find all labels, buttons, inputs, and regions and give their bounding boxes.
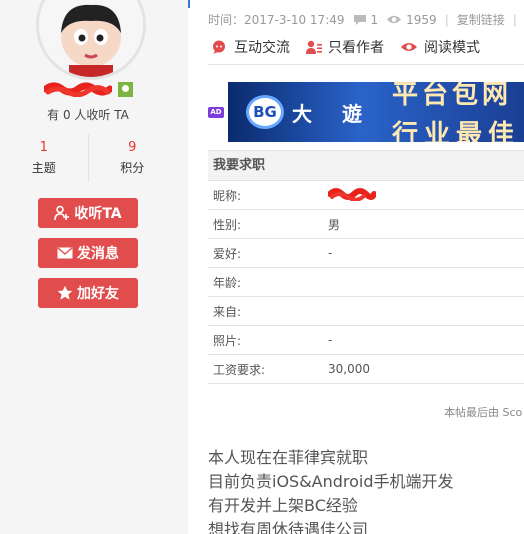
follow-button[interactable]: 收听TA bbox=[38, 198, 138, 228]
ad-banner[interactable]: BG 大 遊 平台包网 行业最佳 bbox=[228, 82, 524, 142]
field-value: 男 bbox=[328, 217, 341, 232]
followers-count: 有 0 人收听 TA bbox=[47, 108, 129, 122]
eye-icon bbox=[386, 14, 402, 25]
table-row: 昵称: bbox=[208, 181, 524, 210]
field-label: 爱好: bbox=[213, 246, 242, 261]
table-row: 年龄: bbox=[208, 268, 524, 297]
interact-link[interactable]: 互动交流 bbox=[212, 37, 290, 57]
author-only-label: 只看作者 bbox=[328, 40, 384, 56]
add-friend-button-label: 加好友 bbox=[77, 286, 119, 302]
copy-link[interactable]: 复制链接 bbox=[457, 11, 505, 28]
field-label: 昵称: bbox=[213, 188, 242, 203]
nickname-redacted bbox=[327, 187, 377, 204]
stat-topics-value: 1 bbox=[39, 140, 48, 155]
post-line: 目前负责iOS&Android手机端开发 bbox=[208, 472, 454, 491]
username-redacted[interactable] bbox=[44, 81, 112, 97]
read-mode-label: 阅读模式 bbox=[424, 40, 480, 56]
stat-topics[interactable]: 1 主题 bbox=[0, 134, 88, 182]
field-label: 工资要求: bbox=[213, 362, 266, 377]
username-row bbox=[44, 80, 133, 98]
post-main: 时间：2017-3-10 17:49 1 1959 | 复制链接 | 打印 互动… bbox=[188, 0, 524, 534]
post-meta: 时间：2017-3-10 17:49 1 1959 | 复制链接 | 打印 bbox=[208, 11, 524, 28]
post-line: 想找有周休待遇佳公司 bbox=[208, 520, 369, 534]
field-label: 性别: bbox=[213, 217, 242, 232]
eye-icon bbox=[400, 41, 418, 53]
ad-text: 遊 bbox=[342, 102, 362, 126]
stat-topics-label: 主题 bbox=[31, 161, 56, 175]
divider-accent bbox=[188, 0, 190, 8]
post-body: 本人现在在菲律宾就职 目前负责iOS&Android手机端开发 有开发并上架BC… bbox=[208, 446, 454, 534]
table-row: 性别: 男 bbox=[208, 210, 524, 239]
user-icon bbox=[306, 40, 322, 55]
stat-points-value: 9 bbox=[128, 140, 137, 155]
field-label: 来自: bbox=[213, 304, 242, 319]
field-label: 年龄: bbox=[213, 275, 242, 290]
job-info-title: 我要求职 bbox=[208, 151, 524, 181]
table-row: 来自: bbox=[208, 297, 524, 326]
read-mode-link[interactable]: 阅读模式 bbox=[400, 37, 480, 57]
post-actions: 互动交流 只看作者 阅读模式 bbox=[212, 37, 496, 57]
message-button-label: 发消息 bbox=[77, 246, 119, 262]
stat-points[interactable]: 9 积分 bbox=[87, 134, 177, 182]
verified-badge-icon bbox=[118, 81, 133, 97]
table-row: 爱好: - bbox=[208, 239, 524, 268]
reply-count: 1 bbox=[370, 12, 379, 27]
avatar[interactable] bbox=[36, 0, 146, 80]
last-edited-note: 本帖最后由 Sco bbox=[444, 406, 523, 419]
table-row: 照片: - bbox=[208, 326, 524, 355]
author-sidebar: 有 0 人收听 TA 1 主题 9 积分 收听TA 发消息 加好友 bbox=[0, 0, 188, 534]
field-label: 照片: bbox=[213, 333, 242, 348]
post-time: 时间：2017-3-10 17:49 bbox=[208, 13, 345, 27]
avatar-cartoon-icon bbox=[39, 0, 143, 77]
follow-button-label: 收听TA bbox=[74, 206, 122, 222]
field-value: - bbox=[328, 246, 333, 260]
ad-text: 大 bbox=[292, 102, 312, 126]
forum-thread-page: 有 0 人收听 TA 1 主题 9 积分 收听TA 发消息 加好友 时间：201… bbox=[0, 0, 524, 534]
post-line: 有开发并上架BC经验 bbox=[208, 496, 358, 515]
ad-logo: BG bbox=[246, 95, 284, 129]
add-friend-button[interactable]: 加好友 bbox=[38, 278, 138, 308]
star-icon bbox=[57, 285, 73, 301]
message-button[interactable]: 发消息 bbox=[38, 238, 138, 268]
ad-badge: AD bbox=[208, 107, 224, 118]
ad-text: 行业最佳 bbox=[392, 120, 521, 142]
post-line: 本人现在在菲律宾就职 bbox=[208, 448, 369, 467]
field-value: 30,000 bbox=[328, 362, 370, 376]
user-plus-icon bbox=[54, 205, 70, 221]
stat-points-label: 积分 bbox=[120, 161, 145, 175]
interact-label: 互动交流 bbox=[234, 40, 290, 56]
field-value: - bbox=[328, 333, 333, 347]
view-count: 1959 bbox=[406, 12, 437, 27]
author-stats: 1 主题 9 积分 bbox=[0, 134, 176, 182]
separator: | bbox=[512, 12, 517, 27]
author-only-link[interactable]: 只看作者 bbox=[306, 37, 384, 57]
job-info-table: 我要求职 昵称: 性别: 男 爱好: - 年龄: 来自: 照片: - 工资要求:… bbox=[208, 150, 524, 384]
comment-icon bbox=[353, 14, 367, 26]
envelope-icon bbox=[57, 247, 73, 259]
table-row: 工资要求: 30,000 bbox=[208, 355, 524, 384]
chat-bubble-icon bbox=[212, 40, 228, 55]
ad-text: 平台包网 bbox=[392, 82, 513, 110]
divider bbox=[208, 64, 524, 65]
separator: | bbox=[444, 12, 449, 27]
